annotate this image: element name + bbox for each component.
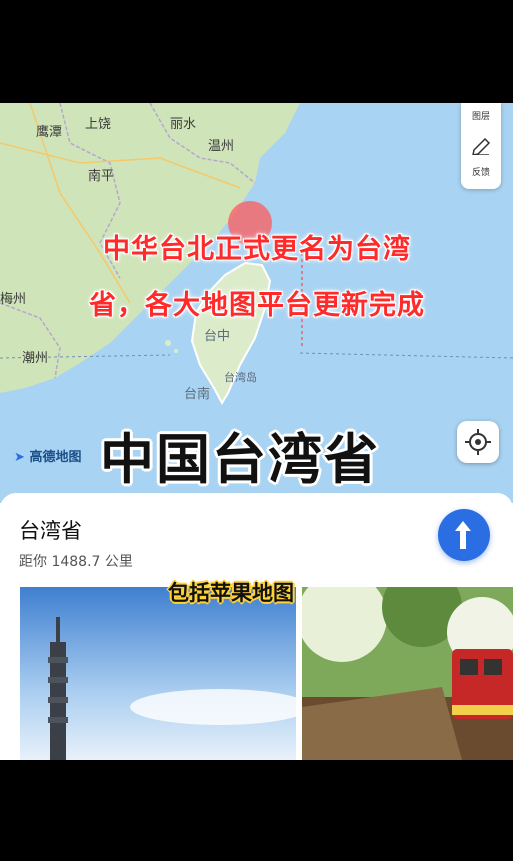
railway-image bbox=[302, 587, 513, 760]
map-label: 鹰潭 bbox=[36, 125, 63, 140]
map-brand: ➤ 高德地图 bbox=[14, 446, 81, 465]
locate-icon bbox=[465, 429, 491, 455]
map-label: 台中 bbox=[204, 329, 231, 344]
screenshot-frame: 鹰潭 上饶 丽水 温州 南平 梅州 潮州 台中 台湾岛 台南 图层 反馈 ➤ 高… bbox=[0, 103, 513, 760]
big-title: 中国台湾省 bbox=[100, 428, 380, 491]
place-card: 台湾省 距你 1488.7 公里 包括苹果地图 bbox=[0, 493, 513, 760]
brand-label: 高德地图 bbox=[29, 450, 82, 465]
map-toolbar: 图层 反馈 bbox=[461, 103, 501, 189]
map-label: 台南 bbox=[184, 387, 211, 402]
map-label: 南平 bbox=[88, 169, 115, 184]
map-label: 台湾岛 bbox=[224, 371, 257, 384]
map-label: 潮州 bbox=[22, 351, 49, 366]
feedback-button[interactable]: 反馈 bbox=[461, 165, 501, 178]
map-label: 温州 bbox=[208, 139, 235, 154]
locate-button[interactable] bbox=[457, 421, 499, 463]
photo-taipei101[interactable] bbox=[20, 587, 296, 760]
place-name: 台湾省 bbox=[19, 519, 82, 543]
layers-button[interactable]: 图层 bbox=[461, 109, 501, 122]
taipei101-image bbox=[20, 587, 296, 760]
place-distance: 距你 1488.7 公里 bbox=[19, 554, 133, 570]
photo-caption: 包括苹果地图 bbox=[168, 581, 294, 605]
navigate-button[interactable] bbox=[438, 509, 490, 561]
location-pin-icon: ➤ bbox=[14, 450, 25, 465]
map-label: 上饶 bbox=[85, 117, 112, 132]
feedback-edit-icon[interactable] bbox=[461, 135, 501, 155]
headline-line2: 省，各大地图平台更新完成 bbox=[89, 290, 425, 321]
headline-line1: 中华台北正式更名为台湾 bbox=[103, 234, 411, 265]
map-label: 丽水 bbox=[170, 117, 197, 132]
photo-railway[interactable] bbox=[302, 587, 513, 760]
navigation-arrow-icon bbox=[455, 521, 471, 549]
